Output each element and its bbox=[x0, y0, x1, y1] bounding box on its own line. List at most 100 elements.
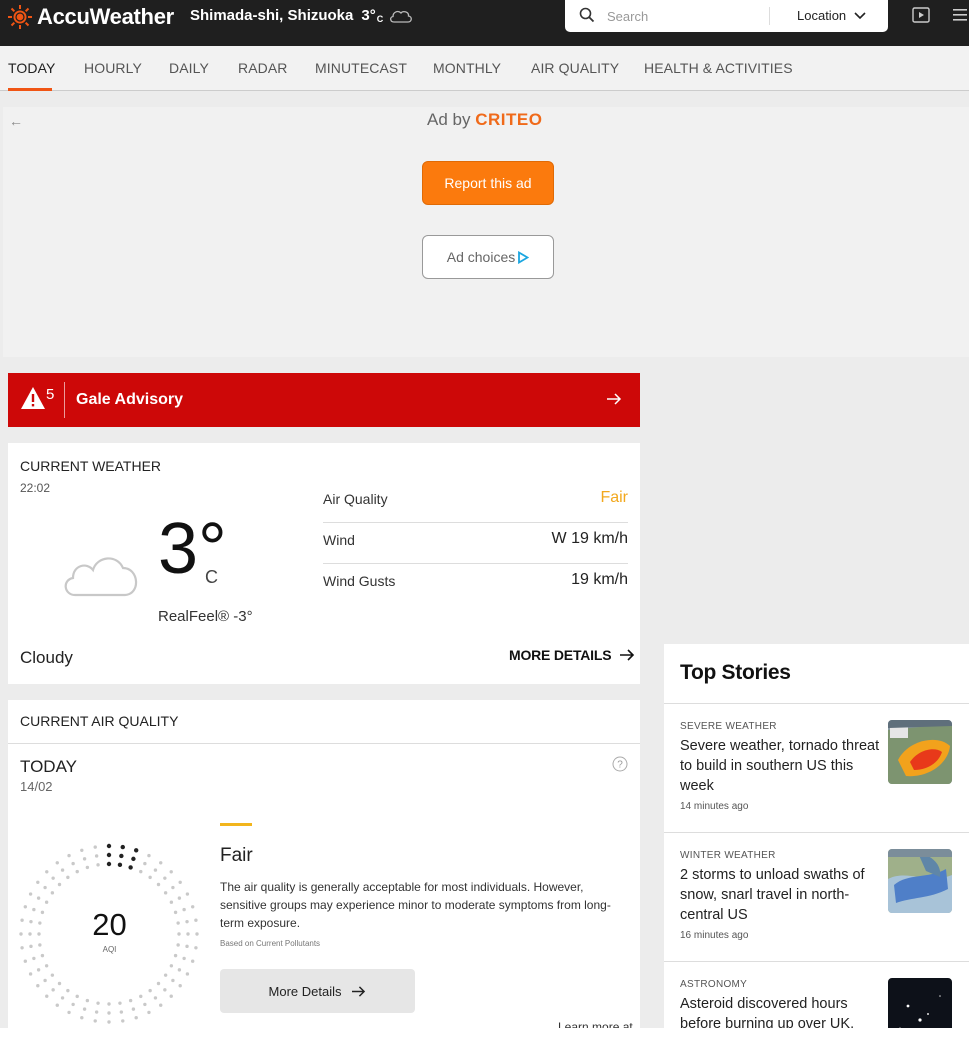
aqi-dial-dot bbox=[32, 907, 36, 912]
alert-count: 5 bbox=[46, 386, 55, 403]
divider bbox=[8, 743, 640, 744]
aqi-dial-dot bbox=[185, 944, 189, 949]
search-icon[interactable] bbox=[579, 7, 595, 23]
aqi-dial-dot bbox=[107, 1011, 111, 1015]
aqi-dial-dot bbox=[182, 907, 186, 912]
story-headline: Severe weather, tornado threat to build … bbox=[680, 738, 880, 794]
top-stories-title: Top Stories bbox=[680, 661, 791, 684]
story-category: SEVERE WEATHER bbox=[680, 721, 777, 732]
story-time: 14 minutes ago bbox=[680, 801, 749, 812]
tab-health-activities[interactable]: HEALTH & ACTIVITIES bbox=[644, 60, 793, 76]
ad-choices-icon bbox=[518, 250, 530, 264]
ad-choices-button[interactable]: Ad choices bbox=[422, 235, 554, 279]
aqi-dial-dot bbox=[148, 875, 152, 880]
forecast-tabs: TODAY HOURLY DAILY RADAR MINUTECAST MONT… bbox=[0, 46, 969, 91]
ad-banner: ← Ad by CRITEO Report this ad Ad choices bbox=[3, 107, 969, 357]
aqi-dial-dot-active bbox=[128, 865, 133, 870]
aqi-based-on: Based on Current Pollutants bbox=[220, 939, 321, 948]
top-stories-panel: Top Stories SEVERE WEATHER Severe weathe… bbox=[664, 644, 969, 1041]
aqi-dial-dot bbox=[50, 973, 55, 977]
aqi-dial-dot bbox=[66, 875, 70, 880]
aqi-dial-dot bbox=[163, 988, 167, 992]
story-headline: 2 storms to unload swaths of snow, snarl… bbox=[680, 867, 865, 923]
aqi-dial-dot bbox=[45, 994, 49, 998]
story-item[interactable]: WINTER WEATHER 2 storms to unload swaths… bbox=[664, 832, 969, 960]
aqi-dial-dot bbox=[143, 1002, 147, 1007]
aqi-dial-dot bbox=[80, 1015, 84, 1020]
aqi-dial-dot bbox=[57, 882, 62, 887]
location-dropdown[interactable]: Location bbox=[797, 8, 866, 23]
aqi-dial-dot bbox=[94, 854, 99, 858]
aqi-dial-dot bbox=[55, 861, 59, 865]
aqi-dial-dot bbox=[169, 900, 174, 904]
aqi-dial-dot bbox=[186, 932, 190, 936]
alert-title: Gale Advisory bbox=[76, 391, 184, 408]
menu-icon[interactable] bbox=[953, 9, 967, 21]
aqi-dial-dot bbox=[28, 972, 33, 976]
aqi-dial-dot bbox=[23, 905, 28, 909]
aqi-dial-dot bbox=[71, 861, 75, 866]
tab-today[interactable]: TODAY bbox=[8, 60, 55, 76]
tab-monthly[interactable]: MONTHLY bbox=[433, 60, 501, 76]
report-ad-label: Report this ad bbox=[444, 175, 532, 191]
aqi-dial-dot bbox=[156, 981, 161, 986]
aqi-dial-dot bbox=[38, 943, 42, 947]
aqi-dial-dot-active bbox=[119, 853, 124, 859]
detail-value: Fair bbox=[600, 489, 628, 506]
arrow-right-icon bbox=[620, 649, 635, 661]
detail-label: Wind Gusts bbox=[323, 573, 396, 589]
detail-value: 19 km/h bbox=[571, 571, 628, 588]
aqi-dial-dot bbox=[40, 910, 45, 915]
cloud-icon bbox=[390, 10, 413, 23]
tab-hourly[interactable]: HOURLY bbox=[84, 60, 142, 76]
aqi-dial-dot bbox=[148, 988, 152, 993]
aqi-dial-dot bbox=[94, 1010, 99, 1014]
current-weather-card[interactable]: CURRENT WEATHER 22:02 3° C RealFeel® -3°… bbox=[8, 443, 640, 684]
svg-text:?: ? bbox=[617, 760, 623, 771]
search-input[interactable] bbox=[607, 6, 767, 26]
more-details-link[interactable]: MORE DETAILS bbox=[509, 647, 635, 663]
video-icon[interactable] bbox=[912, 6, 932, 24]
aqi-dial-dot bbox=[178, 984, 182, 988]
aqi-dial-dot bbox=[55, 1003, 59, 1007]
aqi-dial-dot bbox=[169, 994, 173, 998]
aq-more-details-button[interactable]: More Details bbox=[220, 969, 415, 1013]
aqi-dial-dot bbox=[96, 863, 100, 867]
detail-row-wind-gusts: Wind Gusts 19 km/h bbox=[323, 564, 628, 605]
aqi-dial-dot bbox=[66, 988, 70, 993]
aqi-dial-dot bbox=[36, 880, 40, 884]
aqi-value: 20 bbox=[92, 907, 127, 942]
top-bar: AccuWeather Shimada-shi, Shizuoka 3° C L… bbox=[0, 0, 969, 46]
aqi-dial-dot-active bbox=[106, 852, 112, 858]
header-location[interactable]: Shimada-shi, Shizuoka 3° C bbox=[190, 7, 414, 24]
aqi-dial-dot bbox=[51, 876, 55, 880]
aqi-dial-dot bbox=[36, 968, 41, 972]
location-dropdown-label: Location bbox=[797, 8, 847, 23]
ad-choices-label: Ad choices bbox=[446, 249, 516, 265]
current-weather-title: CURRENT WEATHER bbox=[20, 458, 162, 474]
tab-daily[interactable]: DAILY bbox=[169, 60, 209, 76]
tab-radar[interactable]: RADAR bbox=[238, 60, 288, 76]
help-icon[interactable]: ? bbox=[612, 756, 628, 772]
report-ad-button[interactable]: Report this ad bbox=[422, 161, 554, 205]
air-quality-day: TODAY bbox=[20, 757, 77, 776]
aqi-dial-dot bbox=[43, 978, 47, 983]
aqi-dial-dot-active bbox=[131, 856, 136, 862]
story-thumbnail bbox=[888, 720, 952, 784]
location-name: Shimada-shi, Shizuoka bbox=[190, 7, 354, 24]
aqi-dial-dot bbox=[29, 919, 33, 924]
aqi-dial-dot bbox=[32, 956, 36, 961]
aqi-dial-dot bbox=[173, 953, 178, 958]
aqi-dial-dot bbox=[153, 996, 158, 1000]
header-temp-unit: C bbox=[376, 13, 384, 24]
criteo-logo: CRITEO bbox=[475, 110, 543, 129]
aqi-dial-dot bbox=[50, 891, 55, 895]
tab-air-quality[interactable]: AIR QUALITY bbox=[531, 60, 619, 76]
tab-minutecast[interactable]: MINUTECAST bbox=[315, 60, 407, 76]
accuweather-logo[interactable]: AccuWeather bbox=[8, 4, 174, 30]
weather-alert-banner[interactable]: 5 Gale Advisory bbox=[8, 373, 640, 427]
cloudy-weather-icon bbox=[64, 557, 138, 597]
aqi-dial-dot bbox=[169, 964, 174, 968]
story-item[interactable]: SEVERE WEATHER Severe weather, tornado t… bbox=[664, 703, 969, 831]
back-arrow-icon[interactable]: ← bbox=[9, 113, 23, 129]
